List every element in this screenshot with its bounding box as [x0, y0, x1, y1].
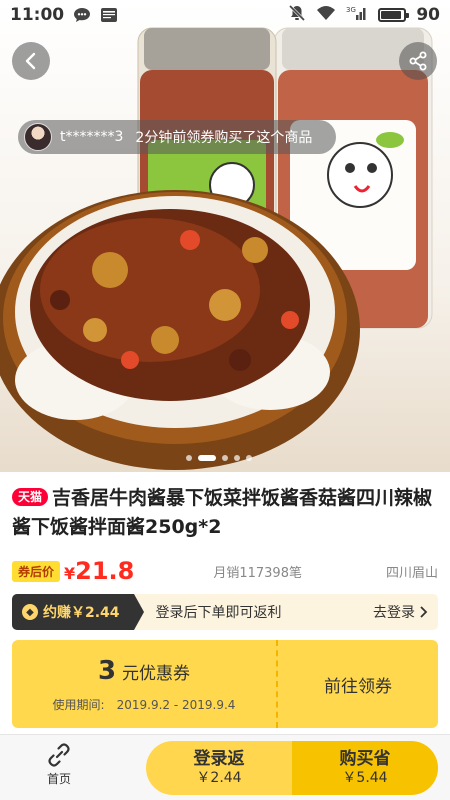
bottom-bar: 首页 登录返 ￥2.44 购买省 ￥5.44 — [0, 734, 450, 800]
coupon-amount: 3 — [97, 655, 117, 686]
status-bar: 11:00 3G 90 — [0, 0, 450, 30]
buyer-action: 2分钟前领券购买了这个商品 — [135, 130, 313, 146]
buy-save-value: ￥5.44 — [342, 770, 388, 786]
login-rebate-button[interactable]: 登录返 ￥2.44 — [146, 741, 292, 795]
battery-icon — [378, 8, 410, 22]
product-title: 吉香居牛肉酱暴下饭菜拌饭酱香菇酱四川辣椒酱下饭酱拌面酱250g*2 — [12, 487, 433, 538]
coupon-unit: 元优惠券 — [122, 663, 191, 684]
product-photo — [0, 27, 433, 470]
coupon-amount-line: 3 元优惠券 — [98, 656, 190, 686]
price: ¥21.8 — [64, 557, 134, 585]
mute-icon — [288, 4, 306, 26]
chevron-left-icon — [25, 52, 36, 70]
buyer-name: t*******3 — [60, 129, 124, 145]
carousel-dot — [222, 455, 228, 461]
buy-save-label: 购买省 — [339, 749, 391, 769]
product-title-row: 天猫 吉香居牛肉酱暴下饭菜拌饭酱香菇酱四川辣椒酱下饭酱拌面酱250g*2 — [12, 484, 440, 542]
login-rebate-value: ￥2.44 — [196, 770, 242, 786]
avatar — [24, 123, 52, 151]
rebate-banner[interactable]: ◆ 约赚￥2.44 登录后下单即可返利 去登录 — [12, 594, 438, 630]
rebate-amount: 约赚￥2.44 — [43, 605, 120, 621]
origin-location: 四川眉山 — [385, 565, 438, 581]
svg-text:3G: 3G — [346, 6, 356, 14]
tab-home[interactable]: 首页 — [24, 743, 94, 787]
price-row: 券后价 ¥21.8 月销117398笔 四川眉山 — [12, 556, 438, 586]
tmall-badge: 天猫 — [12, 488, 49, 506]
login-rebate-label: 登录返 — [193, 749, 245, 769]
share-icon — [409, 51, 427, 71]
after-coupon-badge: 券后价 — [12, 560, 61, 582]
carousel-dot — [246, 455, 252, 461]
signal-icon: 3G — [346, 5, 368, 25]
claim-coupon-button[interactable]: 前往领券 — [278, 640, 438, 728]
back-button[interactable] — [12, 42, 50, 80]
buy-save-button[interactable]: 购买省 ￥5.44 — [292, 741, 438, 795]
message-icon — [73, 7, 91, 23]
carousel-dot-active — [198, 455, 216, 461]
login-link-label: 去登录 — [373, 605, 415, 621]
carousel-dot — [186, 455, 192, 461]
coupon-period-row: 使用期间: 2019.9.2 - 2019.9.4 — [53, 696, 236, 713]
coupon-period-label: 使用期间: — [52, 697, 105, 712]
tab-home-label: 首页 — [46, 772, 71, 786]
product-image-carousel[interactable] — [0, 0, 450, 472]
chevron-right-icon — [420, 606, 428, 618]
carousel-indicator — [186, 455, 252, 461]
rebate-hint: 登录后下单即可返利 — [155, 605, 282, 621]
share-button[interactable] — [399, 42, 437, 80]
news-icon — [100, 7, 118, 23]
coupon-details: 3 元优惠券 使用期间: 2019.9.2 - 2019.9.4 — [12, 640, 278, 728]
recent-buyer-toast: t*******3 2分钟前领券购买了这个商品 — [18, 120, 336, 154]
battery-level: 90 — [416, 5, 440, 25]
login-link[interactable]: 去登录 — [373, 602, 428, 622]
price-value: 21.8 — [75, 557, 135, 585]
home-link-icon — [48, 743, 70, 767]
action-buttons: 登录返 ￥2.44 购买省 ￥5.44 — [146, 741, 438, 795]
rebate-tag: ◆ 约赚￥2.44 — [12, 594, 144, 630]
wifi-icon — [316, 5, 336, 25]
status-time: 11:00 — [10, 5, 65, 25]
coin-icon: ◆ — [22, 604, 38, 620]
carousel-dot — [234, 455, 240, 461]
currency-symbol: ¥ — [64, 564, 76, 583]
coupon-period: 2019.9.2 - 2019.9.4 — [116, 697, 236, 712]
product-info: 天猫 吉香居牛肉酱暴下饭菜拌饭酱香菇酱四川辣椒酱下饭酱拌面酱250g*2 券后价 … — [0, 472, 450, 734]
monthly-sales: 月销117398笔 — [213, 565, 302, 581]
coupon-card[interactable]: 3 元优惠券 使用期间: 2019.9.2 - 2019.9.4 前往领券 — [12, 640, 438, 728]
